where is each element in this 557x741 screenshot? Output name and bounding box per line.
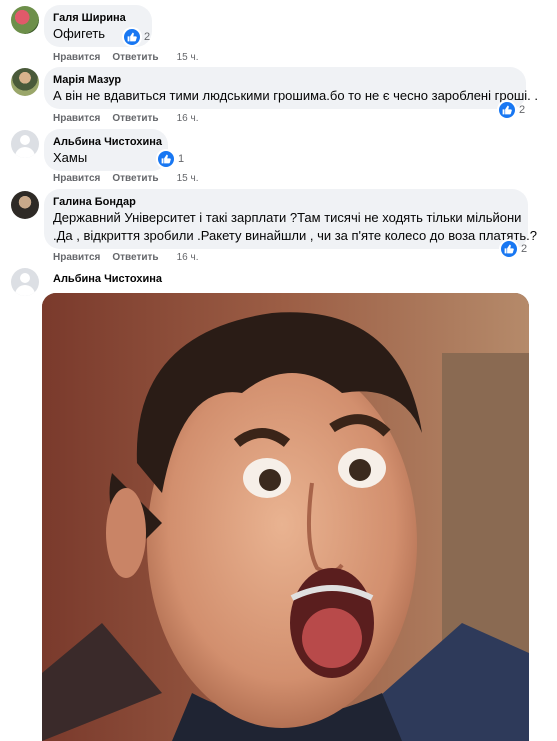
- timestamp[interactable]: 15 ч.: [177, 52, 199, 63]
- like-icon: [499, 102, 515, 118]
- comment-bubble: Марія Мазур А він не вдавиться тими людс…: [44, 67, 538, 109]
- comment-text: Хамы: [53, 150, 88, 165]
- avatar[interactable]: [11, 68, 39, 96]
- comment-bubble: Галина Бондар Державний Університет і та…: [44, 189, 538, 249]
- surprised-face-image: [42, 293, 529, 741]
- comment-author[interactable]: Марія Мазур: [53, 73, 516, 87]
- reaction-count[interactable]: 2: [501, 240, 527, 258]
- comment-text: А він не вдавиться тими людськими грошим…: [53, 88, 538, 103]
- reaction-number: 2: [521, 243, 528, 255]
- reaction-count[interactable]: 1: [158, 150, 184, 168]
- avatar[interactable]: [11, 191, 39, 219]
- comment-bubble: Альбина Чистохина Хамы: [44, 129, 168, 171]
- avatar[interactable]: [11, 130, 39, 158]
- timestamp[interactable]: 16 ч.: [177, 113, 199, 124]
- timestamp[interactable]: 15 ч.: [177, 173, 199, 184]
- comment-actions: Нравится Ответить 15 ч.: [53, 173, 198, 184]
- reply-button[interactable]: Ответить: [112, 173, 158, 184]
- reply-button[interactable]: Ответить: [112, 252, 158, 263]
- gif-attachment[interactable]: [42, 293, 529, 741]
- reply-button[interactable]: Ответить: [112, 52, 158, 63]
- reaction-number: 2: [144, 31, 151, 43]
- comment-text-line: Державний Університет і такі зарплати ?Т…: [53, 210, 522, 225]
- like-button[interactable]: Нравится: [53, 173, 100, 184]
- comment-author[interactable]: Галя Ширина: [53, 11, 142, 25]
- comment-actions: Нравится Ответить 15 ч.: [53, 52, 198, 63]
- reaction-count[interactable]: 2: [499, 101, 525, 119]
- reaction-count[interactable]: 2: [124, 28, 150, 46]
- comment-author[interactable]: Галина Бондар: [53, 195, 518, 209]
- comment-author[interactable]: Альбина Чистохина: [53, 273, 162, 285]
- comment-actions: Нравится Ответить 16 ч.: [53, 113, 198, 124]
- comment-author[interactable]: Альбина Чистохина: [53, 135, 162, 149]
- like-icon: [501, 241, 517, 257]
- like-icon: [158, 151, 174, 167]
- like-button[interactable]: Нравится: [53, 113, 100, 124]
- reaction-number: 1: [178, 153, 185, 165]
- comment-actions: Нравится Ответить 16 ч.: [53, 252, 198, 263]
- like-button[interactable]: Нравится: [53, 252, 100, 263]
- reply-button[interactable]: Ответить: [112, 113, 158, 124]
- timestamp[interactable]: 16 ч.: [177, 252, 199, 263]
- avatar[interactable]: [11, 268, 39, 296]
- reaction-number: 2: [519, 104, 526, 116]
- like-icon: [124, 29, 140, 45]
- like-button[interactable]: Нравится: [53, 52, 100, 63]
- avatar[interactable]: [11, 6, 39, 34]
- comment-text-line: .Да , відкриття зробили .Ракету винайшли…: [53, 228, 538, 243]
